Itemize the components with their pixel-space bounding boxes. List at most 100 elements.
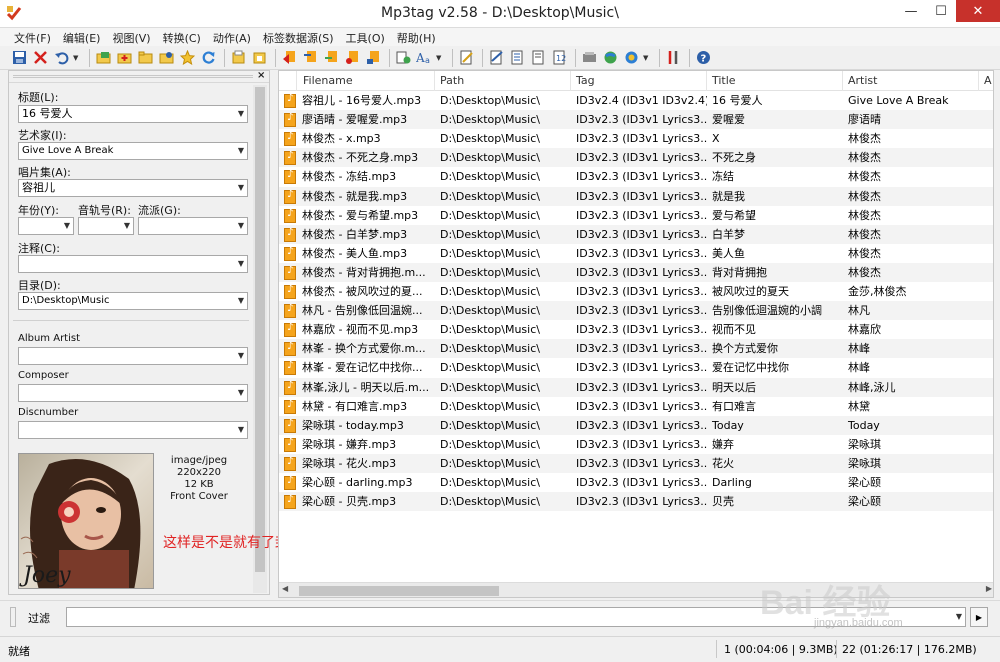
table-row[interactable]: 林峯 - 换个方式爱你.m... D:\Desktop\Music\ ID3v2.3… [279, 339, 993, 359]
table-row[interactable]: 林俊杰 - 就是我.mp3 D:\Desktop\Music\ ID3v2.3 (I… [279, 186, 993, 206]
album-artist-field[interactable]: ▼ [18, 347, 248, 365]
chevron-down-icon[interactable]: ▼ [238, 180, 244, 196]
column-album[interactable]: A [979, 71, 993, 91]
tag-sources-icon[interactable] [622, 48, 641, 67]
table-row[interactable]: 梁咏琪 - today.mp3 D:\Desktop\Music\ ID3v2.3 … [279, 415, 993, 435]
table-row[interactable]: 林俊杰 - 不死之身.mp3 D:\Desktop\Music\ ID3v2.3 (… [279, 148, 993, 168]
menu-actions[interactable]: 动作(A) [207, 28, 257, 46]
table-row[interactable]: 梁咏琪 - 花火.mp3 D:\Desktop\Music\ ID3v2.3 (ID… [279, 453, 993, 473]
table-row[interactable]: 林凡 - 告别像低回温婉... D:\Desktop\Music\ ID3v2.3 … [279, 301, 993, 321]
filter-grip[interactable] [10, 607, 16, 627]
table-row[interactable]: 廖语晴 - 爱喔爱.mp3 D:\Desktop\Music\ ID3v2.3 (I… [279, 110, 993, 130]
chevron-down-icon[interactable]: ▼ [238, 256, 244, 272]
table-row[interactable]: 林峯,泳儿 - 明天以后.m... D:\Desktop\Music\ ID3v2.… [279, 377, 993, 397]
table-row[interactable]: 容祖儿 - 16号爱人.mp3 D:\Desktop\Music\ ID3v2.4 … [279, 91, 993, 110]
chevron-down-icon[interactable]: ▼ [238, 348, 244, 364]
panel-close-icon[interactable]: × [257, 70, 265, 81]
tools-icon[interactable] [664, 48, 683, 67]
chevron-down-icon[interactable]: ▼ [64, 218, 70, 234]
chevron-down-icon[interactable]: ▼ [956, 608, 962, 626]
column-path[interactable]: Path [435, 71, 571, 91]
chevron-down-icon[interactable]: ▼ [238, 293, 244, 309]
chevron-down-icon[interactable]: ▼ [124, 218, 130, 234]
remove-icon[interactable] [31, 48, 50, 67]
table-row[interactable]: 林俊杰 - 爱与希望.mp3 D:\Desktop\Music\ ID3v2.3 (… [279, 206, 993, 225]
track-number-icon[interactable]: 12 [550, 48, 569, 67]
web-sources-icon[interactable] [601, 48, 620, 67]
panel-scrollbar[interactable] [253, 85, 267, 593]
column-artist[interactable]: Artist [843, 71, 979, 91]
table-row[interactable]: 林黛 - 有口难言.mp3 D:\Desktop\Music\ ID3v2.3 (I… [279, 397, 993, 416]
playlist-icon[interactable] [529, 48, 548, 67]
open-folder-icon[interactable] [157, 48, 176, 67]
filter-apply-arrow-icon[interactable]: ▶ [970, 607, 988, 627]
chevron-down-icon[interactable]: ▼ [238, 106, 244, 122]
minimize-button[interactable]: — [896, 0, 926, 22]
help-icon[interactable]: ? [694, 48, 713, 67]
menu-edit[interactable]: 编辑(E) [57, 28, 107, 46]
tag-sources-dropdown-arrow-icon[interactable]: ▼ [643, 54, 651, 62]
column-filename[interactable]: Filename [297, 71, 435, 91]
freedb-icon[interactable] [580, 48, 599, 67]
actions-icon[interactable] [394, 48, 413, 67]
case-conversion-icon[interactable]: Aa [415, 48, 434, 67]
album-field[interactable]: 容祖儿 ▼ [18, 179, 248, 197]
scroll-right-arrow-icon[interactable]: ▶ [986, 584, 992, 593]
edit-icon[interactable] [457, 48, 476, 67]
chevron-down-icon[interactable]: ▼ [238, 385, 244, 401]
scrollbar-thumb[interactable] [299, 586, 499, 596]
genre-field[interactable]: ▼ [138, 217, 248, 235]
table-row[interactable]: 梁咏琪 - 嫌弃.mp3 D:\Desktop\Music\ ID3v2.3 (ID… [279, 435, 993, 454]
autonumber-icon[interactable] [487, 48, 506, 67]
filename-to-tag-icon[interactable] [301, 48, 320, 67]
table-row[interactable]: 梁心颐 - darling.mp3 D:\Desktop\Music\ ID3v2.… [279, 473, 993, 492]
case-dropdown-arrow-icon[interactable]: ▼ [436, 54, 444, 62]
column-title[interactable]: Title [707, 71, 843, 91]
cover-art-image[interactable]: Joey [18, 453, 154, 589]
maximize-button[interactable]: ☐ [926, 0, 956, 22]
menu-convert[interactable]: 转换(C) [157, 28, 207, 46]
text-file-to-tag-icon[interactable] [322, 48, 341, 67]
menu-file[interactable]: 文件(F) [8, 28, 57, 46]
artist-field[interactable]: Give Love A Break ▼ [18, 142, 248, 160]
refresh-icon[interactable] [199, 48, 218, 67]
rename-directory-icon[interactable] [364, 48, 383, 67]
undo-dropdown-arrow-icon[interactable]: ▼ [73, 54, 81, 62]
table-row[interactable]: 林俊杰 - 美人鱼.mp3 D:\Desktop\Music\ ID3v2.3 (I… [279, 244, 993, 263]
change-directory-icon[interactable] [94, 48, 113, 67]
scrollbar-thumb[interactable] [255, 87, 265, 572]
scroll-left-arrow-icon[interactable]: ◀ [282, 584, 288, 593]
chevron-down-icon[interactable]: ▼ [238, 422, 244, 438]
copy-tag-icon[interactable] [229, 48, 248, 67]
discnumber-field[interactable]: ▼ [18, 421, 248, 439]
menu-tag-sources[interactable]: 标签数据源(S) [257, 28, 340, 46]
close-window-button[interactable]: ✕ [956, 0, 1000, 22]
table-row[interactable]: 林峯 - 爱在记忆中找你... D:\Desktop\Music\ ID3v2.3 … [279, 358, 993, 377]
column-tag[interactable]: Tag [571, 71, 707, 91]
favorite-icon[interactable] [178, 48, 197, 67]
save-icon[interactable] [10, 48, 29, 67]
undo-icon[interactable] [52, 48, 71, 67]
add-directory-icon[interactable] [115, 48, 134, 67]
composer-field[interactable]: ▼ [18, 384, 248, 402]
track-field[interactable]: ▼ [78, 217, 134, 235]
column-icon[interactable] [279, 71, 297, 91]
table-row[interactable]: 林嘉欣 - 视而不见.mp3 D:\Desktop\Music\ ID3v2.3 (… [279, 320, 993, 339]
comment-field[interactable]: ▼ [18, 255, 248, 273]
chevron-down-icon[interactable]: ▼ [238, 143, 244, 159]
folder-icon[interactable] [136, 48, 155, 67]
table-row[interactable]: 林俊杰 - x.mp3 D:\Desktop\Music\ ID3v2.3 (ID3… [279, 129, 993, 148]
year-field[interactable]: ▼ [18, 217, 74, 235]
tag-to-tag-icon[interactable] [343, 48, 362, 67]
table-row[interactable]: 梁心颐 - 贝壳.mp3 D:\Desktop\Music\ ID3v2.3 (ID… [279, 492, 993, 512]
menu-view[interactable]: 视图(V) [106, 28, 156, 46]
menu-help[interactable]: 帮助(H) [391, 28, 442, 46]
title-field[interactable]: 16 号爱人 ▼ [18, 105, 248, 123]
panel-grip[interactable] [9, 71, 269, 83]
table-row[interactable]: 林俊杰 - 被风吹过的夏... D:\Desktop\Music\ ID3v2.3 … [279, 282, 993, 301]
table-row[interactable]: 林俊杰 - 白羊梦.mp3 D:\Desktop\Music\ ID3v2.3 (I… [279, 224, 993, 244]
paste-tag-icon[interactable] [250, 48, 269, 67]
tag-to-filename-icon[interactable] [280, 48, 299, 67]
chevron-down-icon[interactable]: ▼ [238, 218, 244, 234]
table-row[interactable]: 林俊杰 - 冻结.mp3 D:\Desktop\Music\ ID3v2.3 (ID… [279, 167, 993, 186]
